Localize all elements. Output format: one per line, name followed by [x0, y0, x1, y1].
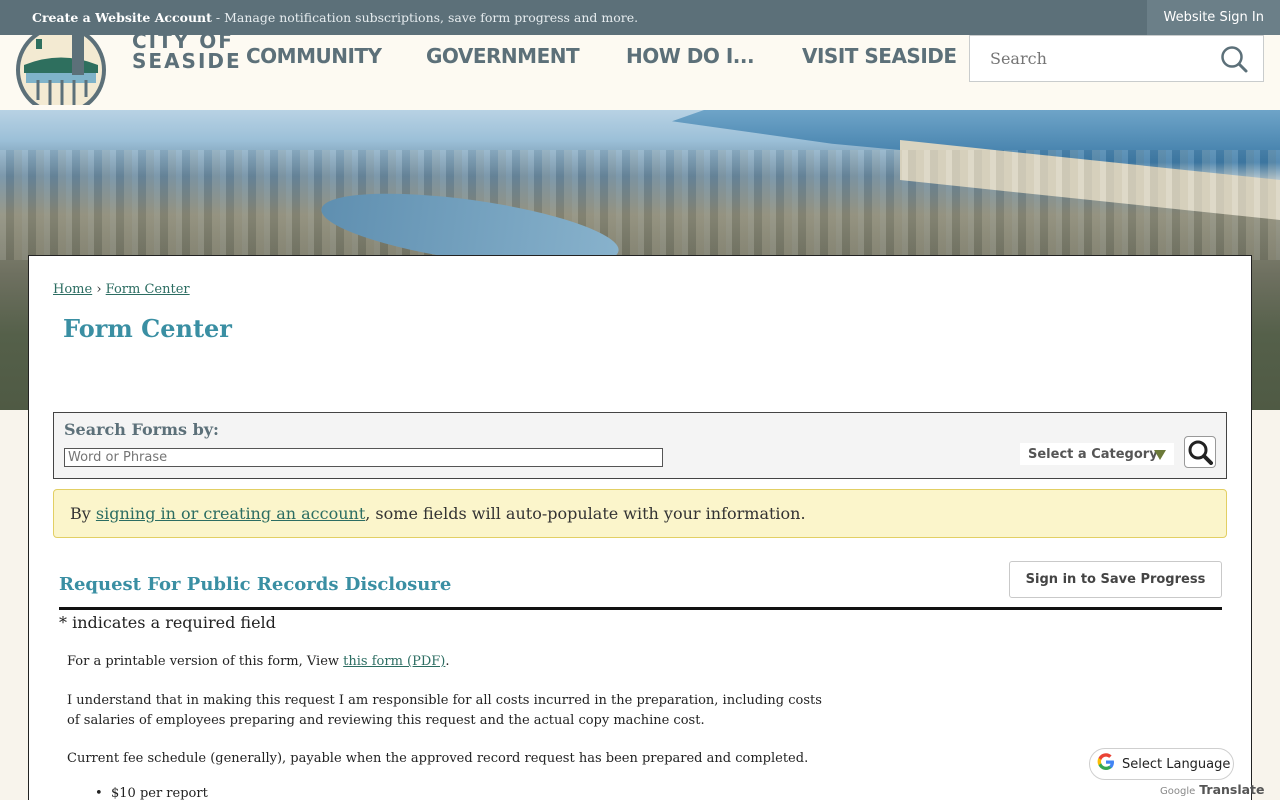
google-wordmark: Google	[1160, 786, 1196, 797]
nav-government[interactable]: GOVERNMENT	[426, 35, 580, 77]
breadcrumb-separator: ›	[96, 282, 102, 297]
sign-in-or-create-link[interactable]: signing in or creating an account	[96, 504, 365, 523]
search-forms-button[interactable]	[1184, 436, 1216, 468]
printable-suffix: .	[445, 654, 450, 669]
city-logo-text: CITY OF SEASIDE	[132, 31, 242, 71]
breadcrumb-home-link[interactable]: Home	[53, 282, 92, 297]
account-notification-bar: Create a Website Account - Manage notifi…	[0, 0, 1280, 35]
page-title: Form Center	[63, 314, 232, 343]
notice-prefix: By	[70, 504, 91, 523]
printable-form-pdf-link[interactable]: this form (PDF)	[343, 654, 445, 669]
search-icon[interactable]	[1219, 44, 1249, 78]
search-forms-panel: Search Forms by: Select a Category	[53, 412, 1227, 479]
fee-schedule-text: Current fee schedule (generally), payabl…	[67, 751, 809, 766]
select-language-dropdown[interactable]: Select Language	[1089, 748, 1234, 780]
google-translate-attribution: Google Translate	[1160, 782, 1265, 797]
category-select-label: Select a Category	[1028, 446, 1158, 462]
form-title: Request For Public Records Disclosure	[59, 574, 452, 595]
create-account-title[interactable]: Create a Website Account	[32, 10, 212, 25]
sign-in-save-progress-button[interactable]: Sign in to Save Progress	[1009, 561, 1222, 598]
website-sign-in-button[interactable]: Website Sign In	[1147, 0, 1280, 35]
search-forms-label: Search Forms by:	[64, 420, 219, 439]
site-header: CITY OF SEASIDE COMMUNITY GOVERNMENT HOW…	[0, 25, 1280, 110]
city-logo[interactable]: CITY OF SEASIDE	[16, 25, 240, 105]
sign-in-notice: By signing in or creating an account, so…	[53, 489, 1227, 538]
breadcrumb-form-center-link[interactable]: Form Center	[106, 282, 190, 297]
google-g-icon	[1096, 752, 1116, 776]
required-field-note: * indicates a required field	[59, 613, 276, 632]
category-select[interactable]: Select a Category	[1020, 443, 1174, 465]
city-logo-line2: SEASIDE	[132, 49, 242, 73]
site-search-input[interactable]	[990, 49, 1210, 68]
triangle-down-icon	[1154, 449, 1166, 464]
search-forms-input[interactable]	[64, 448, 663, 467]
nav-community[interactable]: COMMUNITY	[246, 35, 382, 77]
hero-town	[0, 150, 1280, 260]
city-seal-icon	[16, 25, 106, 105]
search-icon	[1188, 440, 1213, 465]
notice-suffix: , some fields will auto-populate with yo…	[365, 504, 806, 523]
site-search	[969, 35, 1264, 82]
translate-wordmark: Translate	[1199, 782, 1265, 797]
cost-responsibility-text: I understand that in making this request…	[67, 693, 822, 728]
nav-how-do-i[interactable]: HOW DO I...	[626, 35, 755, 77]
printable-version-text: For a printable version of this form, Vi…	[67, 652, 827, 672]
main-content-card: Home › Form Center Form Center Search Fo…	[28, 255, 1252, 800]
create-account-link[interactable]: Create a Website Account - Manage notifi…	[0, 10, 638, 25]
printable-prefix: For a printable version of this form, Vi…	[67, 654, 344, 669]
form-title-divider	[59, 607, 1222, 610]
create-account-description: - Manage notification subscriptions, sav…	[211, 10, 639, 25]
breadcrumb: Home › Form Center	[53, 282, 190, 297]
select-language-label: Select Language	[1122, 756, 1231, 772]
fee-list-item: $10 per report	[95, 786, 208, 800]
nav-visit-seaside[interactable]: VISIT SEASIDE	[802, 35, 957, 77]
